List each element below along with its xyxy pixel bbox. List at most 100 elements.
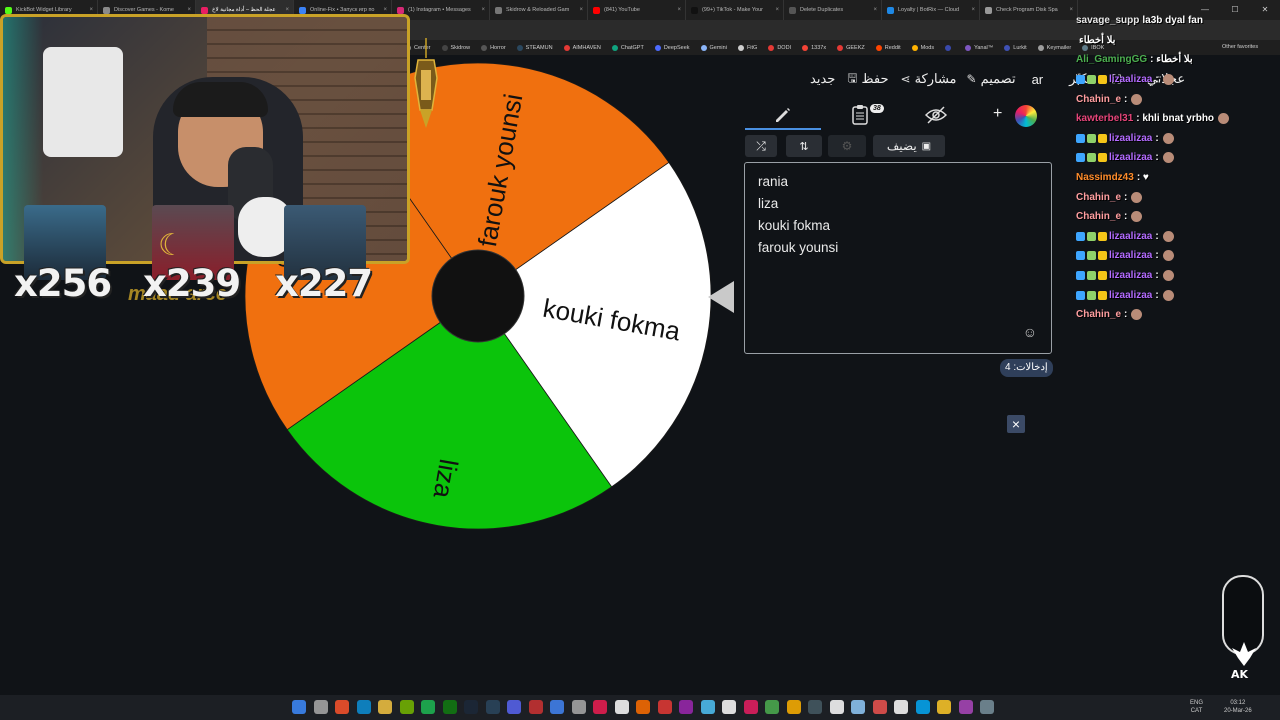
tab-close-icon[interactable]: × <box>1069 7 1073 13</box>
entries-textarea[interactable]: rania liza kouki fokma farouk younsi ☺ <box>744 162 1052 354</box>
edit-pencil-icon[interactable] <box>773 105 793 125</box>
language-button[interactable]: ar <box>1032 72 1044 87</box>
bookmark-item[interactable]: Yanal™ <box>965 44 993 51</box>
hide-eye-icon[interactable] <box>925 106 947 124</box>
browser-tab[interactable]: Check Program Disk Spa × <box>980 0 1078 20</box>
tab-favicon-icon <box>103 6 110 14</box>
app-icon[interactable] <box>722 700 736 714</box>
tab-close-icon[interactable]: × <box>579 7 583 13</box>
bookmark-item[interactable]: Gemini <box>700 44 727 51</box>
bookmark-icon <box>875 44 882 51</box>
bookmark-item[interactable]: 1337x <box>802 44 827 51</box>
app-icon[interactable] <box>614 700 629 714</box>
start-icon[interactable] <box>292 700 306 714</box>
tab-close-icon[interactable]: × <box>383 7 387 13</box>
bookmark-label: 1337x <box>811 44 827 51</box>
app-icon[interactable] <box>851 700 865 714</box>
app-icon[interactable] <box>700 700 715 714</box>
tab-favicon-icon <box>593 6 600 14</box>
bookmark-item[interactable] <box>945 44 954 51</box>
app-icon[interactable] <box>786 700 801 714</box>
save-button[interactable]: حفظ <box>862 71 889 87</box>
files-icon[interactable] <box>378 700 392 714</box>
settings-button[interactable]: ⚙ <box>828 135 866 157</box>
results-clipboard-icon[interactable] <box>850 104 870 126</box>
share-button[interactable]: مشاركة <box>915 71 957 87</box>
new-button[interactable]: جديد <box>810 71 835 87</box>
tab-title: Delete Duplicates <box>800 7 844 13</box>
bookmark-item[interactable]: GEEKZ <box>837 44 865 51</box>
app-icon[interactable] <box>915 700 930 714</box>
bookmark-item[interactable]: STEAMUN <box>516 44 553 51</box>
app-icon[interactable] <box>937 700 951 714</box>
wheel-center-button[interactable] <box>431 249 525 343</box>
sort-button[interactable]: ⇅ <box>786 135 822 157</box>
share-icon[interactable]: ⋖ <box>901 72 911 86</box>
app-icon[interactable] <box>743 700 758 714</box>
bookmark-item[interactable]: Lurkit <box>1004 44 1027 51</box>
spotify-icon[interactable] <box>421 700 435 714</box>
steam-icon[interactable] <box>485 700 500 714</box>
bookmark-item[interactable]: Keymailer <box>1037 44 1071 51</box>
app-icon[interactable] <box>958 700 973 714</box>
app-icon[interactable] <box>872 700 887 714</box>
app-icon[interactable] <box>894 700 908 714</box>
bookmark-item[interactable]: DeepSeek <box>654 44 690 51</box>
tiktok-icon[interactable] <box>593 700 607 714</box>
app-icon[interactable] <box>829 700 844 714</box>
bookmark-item[interactable]: DODI <box>768 44 791 51</box>
chat-username: Chahin_e <box>1076 93 1122 105</box>
chat-message: lizaalizaa: <box>1076 266 1280 286</box>
tab-close-icon[interactable]: × <box>285 7 289 13</box>
xbox-icon[interactable] <box>442 700 457 714</box>
browser-tab[interactable]: (99+) TikTok - Make Your × <box>686 0 784 20</box>
bookmark-item[interactable]: Skidrow <box>441 44 470 51</box>
chat-username: lizaalizaa <box>1109 250 1153 262</box>
design-button[interactable]: تصميم <box>981 71 1016 87</box>
pencil-icon[interactable]: ✎ <box>967 72 977 86</box>
save-icon[interactable]: 🖫 <box>847 69 857 90</box>
app-icon[interactable] <box>657 700 672 714</box>
app-icon[interactable] <box>808 700 822 714</box>
close-icon[interactable]: × <box>1007 415 1025 433</box>
discord-icon[interactable] <box>507 700 521 714</box>
bookmark-item[interactable]: Reddit <box>875 44 901 51</box>
browser-tab[interactable]: Delete Duplicates × <box>784 0 882 20</box>
language-indicator[interactable]: ENG CAT <box>1190 699 1203 715</box>
tab-close-icon[interactable]: × <box>89 7 93 13</box>
emoji-icon[interactable]: ☺ <box>1023 321 1037 343</box>
tab-close-icon[interactable]: × <box>775 7 779 13</box>
app-icon[interactable] <box>765 700 779 714</box>
tab-close-icon[interactable]: × <box>873 7 877 13</box>
browser-tab[interactable]: Skidrow & Reloaded Gam × <box>490 0 588 20</box>
app-icon[interactable] <box>679 700 693 714</box>
tab-close-icon[interactable]: × <box>481 7 485 13</box>
chrome-icon[interactable] <box>550 700 564 714</box>
edge-icon[interactable] <box>356 700 371 714</box>
bookmark-item[interactable]: Horror <box>481 44 506 51</box>
game-icon[interactable] <box>528 700 543 714</box>
chat-message: lizaalizaa: <box>1076 227 1280 247</box>
tab-close-icon[interactable]: × <box>677 7 681 13</box>
nvidia-icon[interactable] <box>399 700 414 714</box>
shuffle-button[interactable]: ⤮ <box>745 135 777 157</box>
browser-tab[interactable]: Loyalty | BotRix — Cloud × <box>882 0 980 20</box>
brave-icon[interactable] <box>335 700 349 714</box>
add-icon[interactable]: + <box>993 105 1002 123</box>
bookmark-item[interactable]: ChatGPT <box>611 44 644 51</box>
bookmark-item[interactable]: Mods <box>911 44 934 51</box>
tab-close-icon[interactable]: × <box>971 7 975 13</box>
browser-tab[interactable]: (841) YouTube × <box>588 0 686 20</box>
bookmark-item[interactable]: AIMHAVEN <box>563 44 601 51</box>
chat-text: : <box>1155 152 1159 164</box>
steam-icon[interactable] <box>464 700 478 714</box>
app-icon[interactable] <box>980 700 994 714</box>
chat-message: lizaalizaa: <box>1076 70 1280 90</box>
search-icon[interactable] <box>313 700 328 714</box>
obs-icon[interactable] <box>571 700 586 714</box>
color-wheel-icon[interactable] <box>1015 105 1037 127</box>
bookmark-item[interactable]: FitG <box>737 44 757 51</box>
add-image-button[interactable]: يضيف ▣ <box>873 135 945 157</box>
app-icon[interactable] <box>636 700 650 714</box>
clock[interactable]: 03:12 20-Mar-26 <box>1224 699 1252 715</box>
